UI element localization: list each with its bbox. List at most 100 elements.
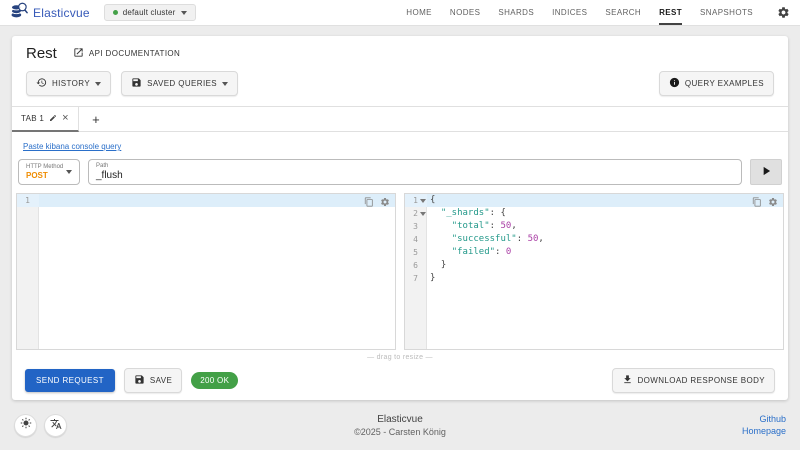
save-label: SAVE bbox=[150, 376, 172, 385]
response-body-editor[interactable]: 1{2 "_shards": {3 "total": 50,4 "success… bbox=[404, 193, 784, 350]
history-button[interactable]: HISTORY bbox=[26, 71, 111, 96]
code-line: 4 "successful": 50, bbox=[405, 233, 783, 246]
elasticvue-logo-icon bbox=[10, 1, 28, 24]
chevron-down-icon bbox=[66, 170, 72, 174]
tab-content: Paste kibana console query HTTP Method P… bbox=[12, 132, 788, 405]
page-title: Rest bbox=[26, 45, 57, 62]
saved-queries-label: SAVED QUERIES bbox=[147, 79, 217, 88]
translate-icon bbox=[50, 418, 62, 432]
add-tab-button[interactable]: + bbox=[79, 107, 113, 131]
line-number: 5 bbox=[413, 246, 418, 259]
rest-tabs-panel: TAB 1 × + Paste kibana console query HTT… bbox=[12, 106, 788, 405]
github-link[interactable]: Github bbox=[742, 414, 786, 424]
cluster-selector[interactable]: default cluster bbox=[104, 4, 196, 21]
history-label: HISTORY bbox=[52, 79, 90, 88]
download-response-label: DOWNLOAD RESPONSE BODY bbox=[638, 376, 766, 385]
sun-icon bbox=[20, 416, 32, 434]
send-arrow-icon bbox=[759, 164, 773, 181]
line-number: 3 bbox=[413, 220, 418, 233]
code-line: 1{ bbox=[405, 194, 783, 207]
cluster-name: default cluster bbox=[123, 8, 176, 17]
drag-to-resize-handle[interactable]: — drag to resize — bbox=[15, 350, 785, 366]
line-number: 7 bbox=[413, 272, 418, 285]
tab-close-icon[interactable]: × bbox=[62, 113, 69, 124]
save-button[interactable]: SAVE bbox=[124, 368, 182, 393]
line-number: 1 bbox=[25, 194, 30, 207]
nav-item-rest[interactable]: REST bbox=[659, 0, 682, 25]
brand[interactable]: Elasticvue bbox=[10, 1, 90, 24]
line-number: 2 bbox=[413, 207, 418, 220]
api-documentation-label: API DOCUMENTATION bbox=[89, 49, 180, 58]
request-row: HTTP Method POST Path _flush bbox=[18, 159, 782, 185]
api-documentation-link[interactable]: API DOCUMENTATION bbox=[73, 47, 180, 60]
toolbar: HISTORY SAVED QUERIES QUERY EXAMPLES bbox=[12, 64, 788, 106]
settings-gear-icon[interactable] bbox=[777, 6, 790, 19]
nav-item-search[interactable]: SEARCH bbox=[605, 0, 641, 25]
history-icon bbox=[36, 77, 47, 90]
homepage-link[interactable]: Homepage bbox=[742, 426, 786, 436]
chevron-down-icon bbox=[181, 11, 187, 15]
brand-name: Elasticvue bbox=[33, 6, 90, 20]
download-icon bbox=[622, 374, 633, 387]
chevron-down-icon bbox=[222, 82, 228, 86]
code-line: 7} bbox=[405, 272, 783, 285]
code-line: 5 "failed": 0 bbox=[405, 246, 783, 259]
code-line: 6 } bbox=[405, 259, 783, 272]
editor-settings-gear-icon[interactable] bbox=[768, 197, 778, 212]
theme-toggle-button[interactable] bbox=[14, 414, 37, 437]
external-link-icon bbox=[73, 47, 84, 60]
send-request-arrow-button[interactable] bbox=[750, 159, 782, 185]
page-header: Rest API DOCUMENTATION bbox=[12, 36, 788, 64]
response-editor-code: 1{2 "_shards": {3 "total": 50,4 "success… bbox=[405, 194, 783, 285]
http-method-label: HTTP Method bbox=[26, 164, 66, 170]
request-editor-gutter bbox=[17, 194, 39, 349]
fold-caret-icon[interactable] bbox=[420, 212, 426, 216]
nav-item-nodes[interactable]: NODES bbox=[450, 0, 480, 25]
tab-bar: TAB 1 × + bbox=[12, 107, 788, 132]
editor-settings-gear-icon[interactable] bbox=[380, 197, 390, 212]
edit-pencil-icon[interactable] bbox=[49, 114, 57, 124]
save-icon bbox=[131, 77, 142, 90]
nav-item-shards[interactable]: SHARDS bbox=[498, 0, 534, 25]
path-value: _flush bbox=[96, 170, 734, 181]
response-status-badge: 200 OK bbox=[191, 372, 238, 389]
language-toggle-button[interactable] bbox=[44, 414, 67, 437]
rest-page-card: Rest API DOCUMENTATION HISTORY SAVED QUE… bbox=[12, 36, 788, 400]
save-icon bbox=[134, 374, 145, 387]
editors: 1 1{2 "_shards": {3 "total": 50,4 "succe… bbox=[16, 193, 784, 350]
top-navigation: HOME NODES SHARDS INDICES SEARCH REST SN… bbox=[406, 0, 790, 25]
footer-app-name: Elasticvue bbox=[0, 414, 800, 425]
request-body-editor[interactable]: 1 bbox=[16, 193, 396, 350]
query-examples-label: QUERY EXAMPLES bbox=[685, 79, 764, 88]
path-label: Path bbox=[96, 163, 734, 169]
saved-queries-button[interactable]: SAVED QUERIES bbox=[121, 71, 238, 96]
path-input[interactable]: Path _flush bbox=[88, 159, 742, 185]
chevron-down-icon bbox=[95, 82, 101, 86]
download-response-button[interactable]: DOWNLOAD RESPONSE BODY bbox=[612, 368, 776, 393]
nav-item-snapshots[interactable]: SNAPSHOTS bbox=[700, 0, 753, 25]
nav-item-indices[interactable]: INDICES bbox=[552, 0, 587, 25]
paste-kibana-query-link[interactable]: Paste kibana console query bbox=[23, 142, 121, 151]
info-icon bbox=[669, 77, 680, 90]
http-method-value: POST bbox=[26, 171, 66, 180]
line-number: 6 bbox=[413, 259, 418, 272]
line-number: 4 bbox=[413, 233, 418, 246]
footer-center: Elasticvue ©2025 - Carsten König bbox=[0, 414, 800, 437]
tab-1-label: TAB 1 bbox=[21, 114, 44, 123]
code-line: 3 "total": 50, bbox=[405, 220, 783, 233]
code-line: 2 "_shards": { bbox=[405, 207, 783, 220]
http-method-select[interactable]: HTTP Method POST bbox=[18, 159, 80, 185]
query-examples-button[interactable]: QUERY EXAMPLES bbox=[659, 71, 774, 96]
copy-icon[interactable] bbox=[364, 197, 374, 212]
nav-item-home[interactable]: HOME bbox=[406, 0, 432, 25]
line-number: 1 bbox=[413, 194, 418, 207]
footer: Elasticvue ©2025 - Carsten König Github … bbox=[0, 400, 800, 450]
footer-links: Github Homepage bbox=[742, 414, 786, 436]
cluster-status-dot bbox=[113, 10, 118, 15]
fold-caret-icon[interactable] bbox=[420, 199, 426, 203]
copy-icon[interactable] bbox=[752, 197, 762, 212]
request-editor-code: 1 bbox=[17, 194, 395, 207]
send-request-button[interactable]: SEND REQUEST bbox=[25, 369, 115, 392]
code-line: 1 bbox=[17, 194, 395, 207]
tab-1[interactable]: TAB 1 × bbox=[12, 107, 79, 132]
